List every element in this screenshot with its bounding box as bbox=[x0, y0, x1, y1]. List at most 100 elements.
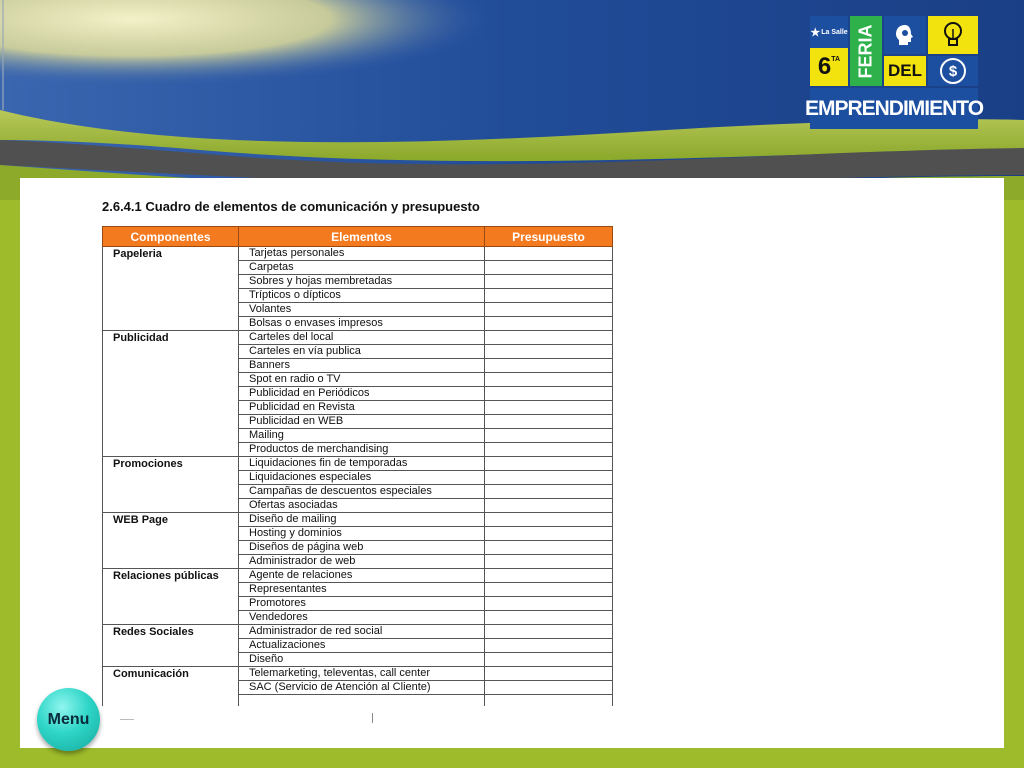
element-cell: Liquidaciones especiales bbox=[238, 470, 485, 485]
element-cell: Campañas de descuentos especiales bbox=[238, 484, 485, 499]
feria-text: FERIA bbox=[855, 24, 876, 78]
bulb-badge bbox=[928, 16, 978, 54]
element-cell: Telemarketing, televentas, call center bbox=[238, 666, 485, 681]
element-cell: Diseños de página web bbox=[238, 540, 485, 555]
page-break-mark bbox=[120, 719, 134, 720]
element-cell: Administrador de red social bbox=[238, 624, 485, 639]
budget-cell[interactable] bbox=[484, 344, 613, 359]
budget-cell[interactable] bbox=[484, 456, 613, 471]
element-cell: Publicidad en WEB bbox=[238, 414, 485, 429]
component-cell: Relaciones públicas bbox=[102, 568, 239, 625]
element-cell: Vendedores bbox=[238, 610, 485, 625]
component-cell: WEB Page bbox=[102, 512, 239, 569]
la-salle-text: La Salle bbox=[821, 28, 848, 36]
budget-cell[interactable] bbox=[484, 442, 613, 457]
head-badge bbox=[884, 16, 926, 54]
element-cell: Volantes bbox=[238, 302, 485, 317]
element-cell: Publicidad en Revista bbox=[238, 400, 485, 415]
head-icon bbox=[896, 25, 913, 45]
element-cell: Diseño bbox=[238, 652, 485, 667]
budget-cell[interactable] bbox=[484, 498, 613, 513]
element-cell: Diseño de mailing bbox=[238, 512, 485, 527]
budget-cell[interactable] bbox=[484, 666, 613, 681]
lightbulb-icon bbox=[944, 22, 962, 46]
element-cell: Administrador de web bbox=[238, 554, 485, 569]
budget-cell[interactable] bbox=[484, 386, 613, 401]
budget-cell[interactable] bbox=[484, 274, 613, 289]
budget-cell[interactable] bbox=[484, 624, 613, 639]
table-row: Publicidad Carteles del local bbox=[102, 330, 613, 457]
budget-cell[interactable] bbox=[484, 470, 613, 485]
column-header: Elementos bbox=[238, 226, 485, 247]
element-cell: Agente de relaciones bbox=[238, 568, 485, 583]
element-cell: Sobres y hojas membretadas bbox=[238, 274, 485, 289]
budget-cell[interactable] bbox=[484, 246, 613, 261]
budget-cell[interactable] bbox=[484, 526, 613, 541]
element-cell: Trípticos o dípticos bbox=[238, 288, 485, 303]
budget-cell[interactable] bbox=[484, 582, 613, 597]
budget-cell[interactable] bbox=[484, 372, 613, 387]
feria-emprendimiento-logo: ★ La Salle 6 TA FERIA DEL $ EMPRENDIMIEN… bbox=[805, 16, 984, 129]
element-cell: Mailing bbox=[238, 428, 485, 443]
component-cell: Comunicación bbox=[102, 666, 239, 709]
budget-cell[interactable] bbox=[484, 554, 613, 569]
element-cell: Promotores bbox=[238, 596, 485, 611]
menu-button[interactable]: Menu bbox=[37, 688, 100, 751]
element-cell: Banners bbox=[238, 358, 485, 373]
element-cell: Carteles en vía publica bbox=[238, 344, 485, 359]
element-cell: Representantes bbox=[238, 582, 485, 597]
page-break-bar bbox=[372, 713, 373, 723]
component-cell: Publicidad bbox=[102, 330, 239, 457]
element-cell: SAC (Servicio de Atención al Cliente) bbox=[238, 680, 485, 695]
column-header: Presupuesto bbox=[484, 226, 613, 247]
table-row: Relaciones públicas Agente de relaciones bbox=[102, 568, 613, 625]
budget-cell[interactable] bbox=[484, 428, 613, 443]
edition-badge: 6 TA bbox=[810, 48, 848, 86]
emprendimiento-text: EMPRENDIMIENTO bbox=[804, 96, 984, 120]
table-header-row: Componentes Elementos Presupuesto bbox=[102, 226, 613, 247]
table-row: Papeleria Tarjetas personales bbox=[102, 246, 613, 331]
star-icon: ★ bbox=[810, 26, 821, 39]
edition-suffix: TA bbox=[831, 56, 841, 63]
budget-cell[interactable] bbox=[484, 484, 613, 499]
element-cell: Bolsas o envases impresos bbox=[238, 316, 485, 331]
element-cell: Productos de merchandising bbox=[238, 442, 485, 457]
element-cell: Publicidad en Periódicos bbox=[238, 386, 485, 401]
edition-number: 6 bbox=[817, 53, 832, 80]
budget-cell[interactable] bbox=[484, 680, 613, 695]
budget-cell[interactable] bbox=[484, 512, 613, 527]
budget-cell[interactable] bbox=[484, 358, 613, 373]
component-cell: Redes Sociales bbox=[102, 624, 239, 667]
table-row: WEB Page Diseño de mailing bbox=[102, 512, 613, 569]
budget-cell[interactable] bbox=[484, 540, 613, 555]
table-row: Promociones Liquidaciones fin de temporad… bbox=[102, 456, 613, 513]
dollar-badge: $ bbox=[928, 56, 978, 86]
budget-cell[interactable] bbox=[484, 400, 613, 415]
element-cell: Carteles del local bbox=[238, 330, 485, 345]
budget-cell[interactable] bbox=[484, 302, 613, 317]
budget-cell[interactable] bbox=[484, 260, 613, 275]
component-cell: Promociones bbox=[102, 456, 239, 513]
budget-cell[interactable] bbox=[484, 596, 613, 611]
budget-cell[interactable] bbox=[484, 610, 613, 625]
budget-cell[interactable] bbox=[484, 288, 613, 303]
element-cell: Ofertas asociadas bbox=[238, 498, 485, 513]
budget-cell[interactable] bbox=[484, 316, 613, 331]
dollar-icon: $ bbox=[940, 58, 966, 84]
table-row: Redes Sociales Administrador de red socia… bbox=[102, 624, 613, 667]
feria-badge: FERIA bbox=[850, 16, 882, 86]
del-text: DEL bbox=[888, 61, 922, 80]
column-header: Componentes bbox=[102, 226, 239, 247]
budget-cell[interactable] bbox=[484, 568, 613, 583]
budget-cell[interactable] bbox=[484, 638, 613, 653]
budget-cell[interactable] bbox=[484, 652, 613, 667]
section-title: 2.6.4.1 Cuadro de elementos de comunicac… bbox=[102, 199, 480, 214]
emprendimiento-badge: EMPRENDIMIENTO bbox=[805, 88, 984, 129]
element-cell: Tarjetas personales bbox=[238, 246, 485, 261]
budget-cell[interactable] bbox=[484, 414, 613, 429]
element-cell: Actualizaciones bbox=[238, 638, 485, 653]
budget-cell[interactable] bbox=[484, 330, 613, 345]
la-salle-badge: ★ La Salle bbox=[810, 16, 848, 48]
element-cell: Liquidaciones fin de temporadas bbox=[238, 456, 485, 471]
del-badge: DEL bbox=[884, 56, 926, 86]
